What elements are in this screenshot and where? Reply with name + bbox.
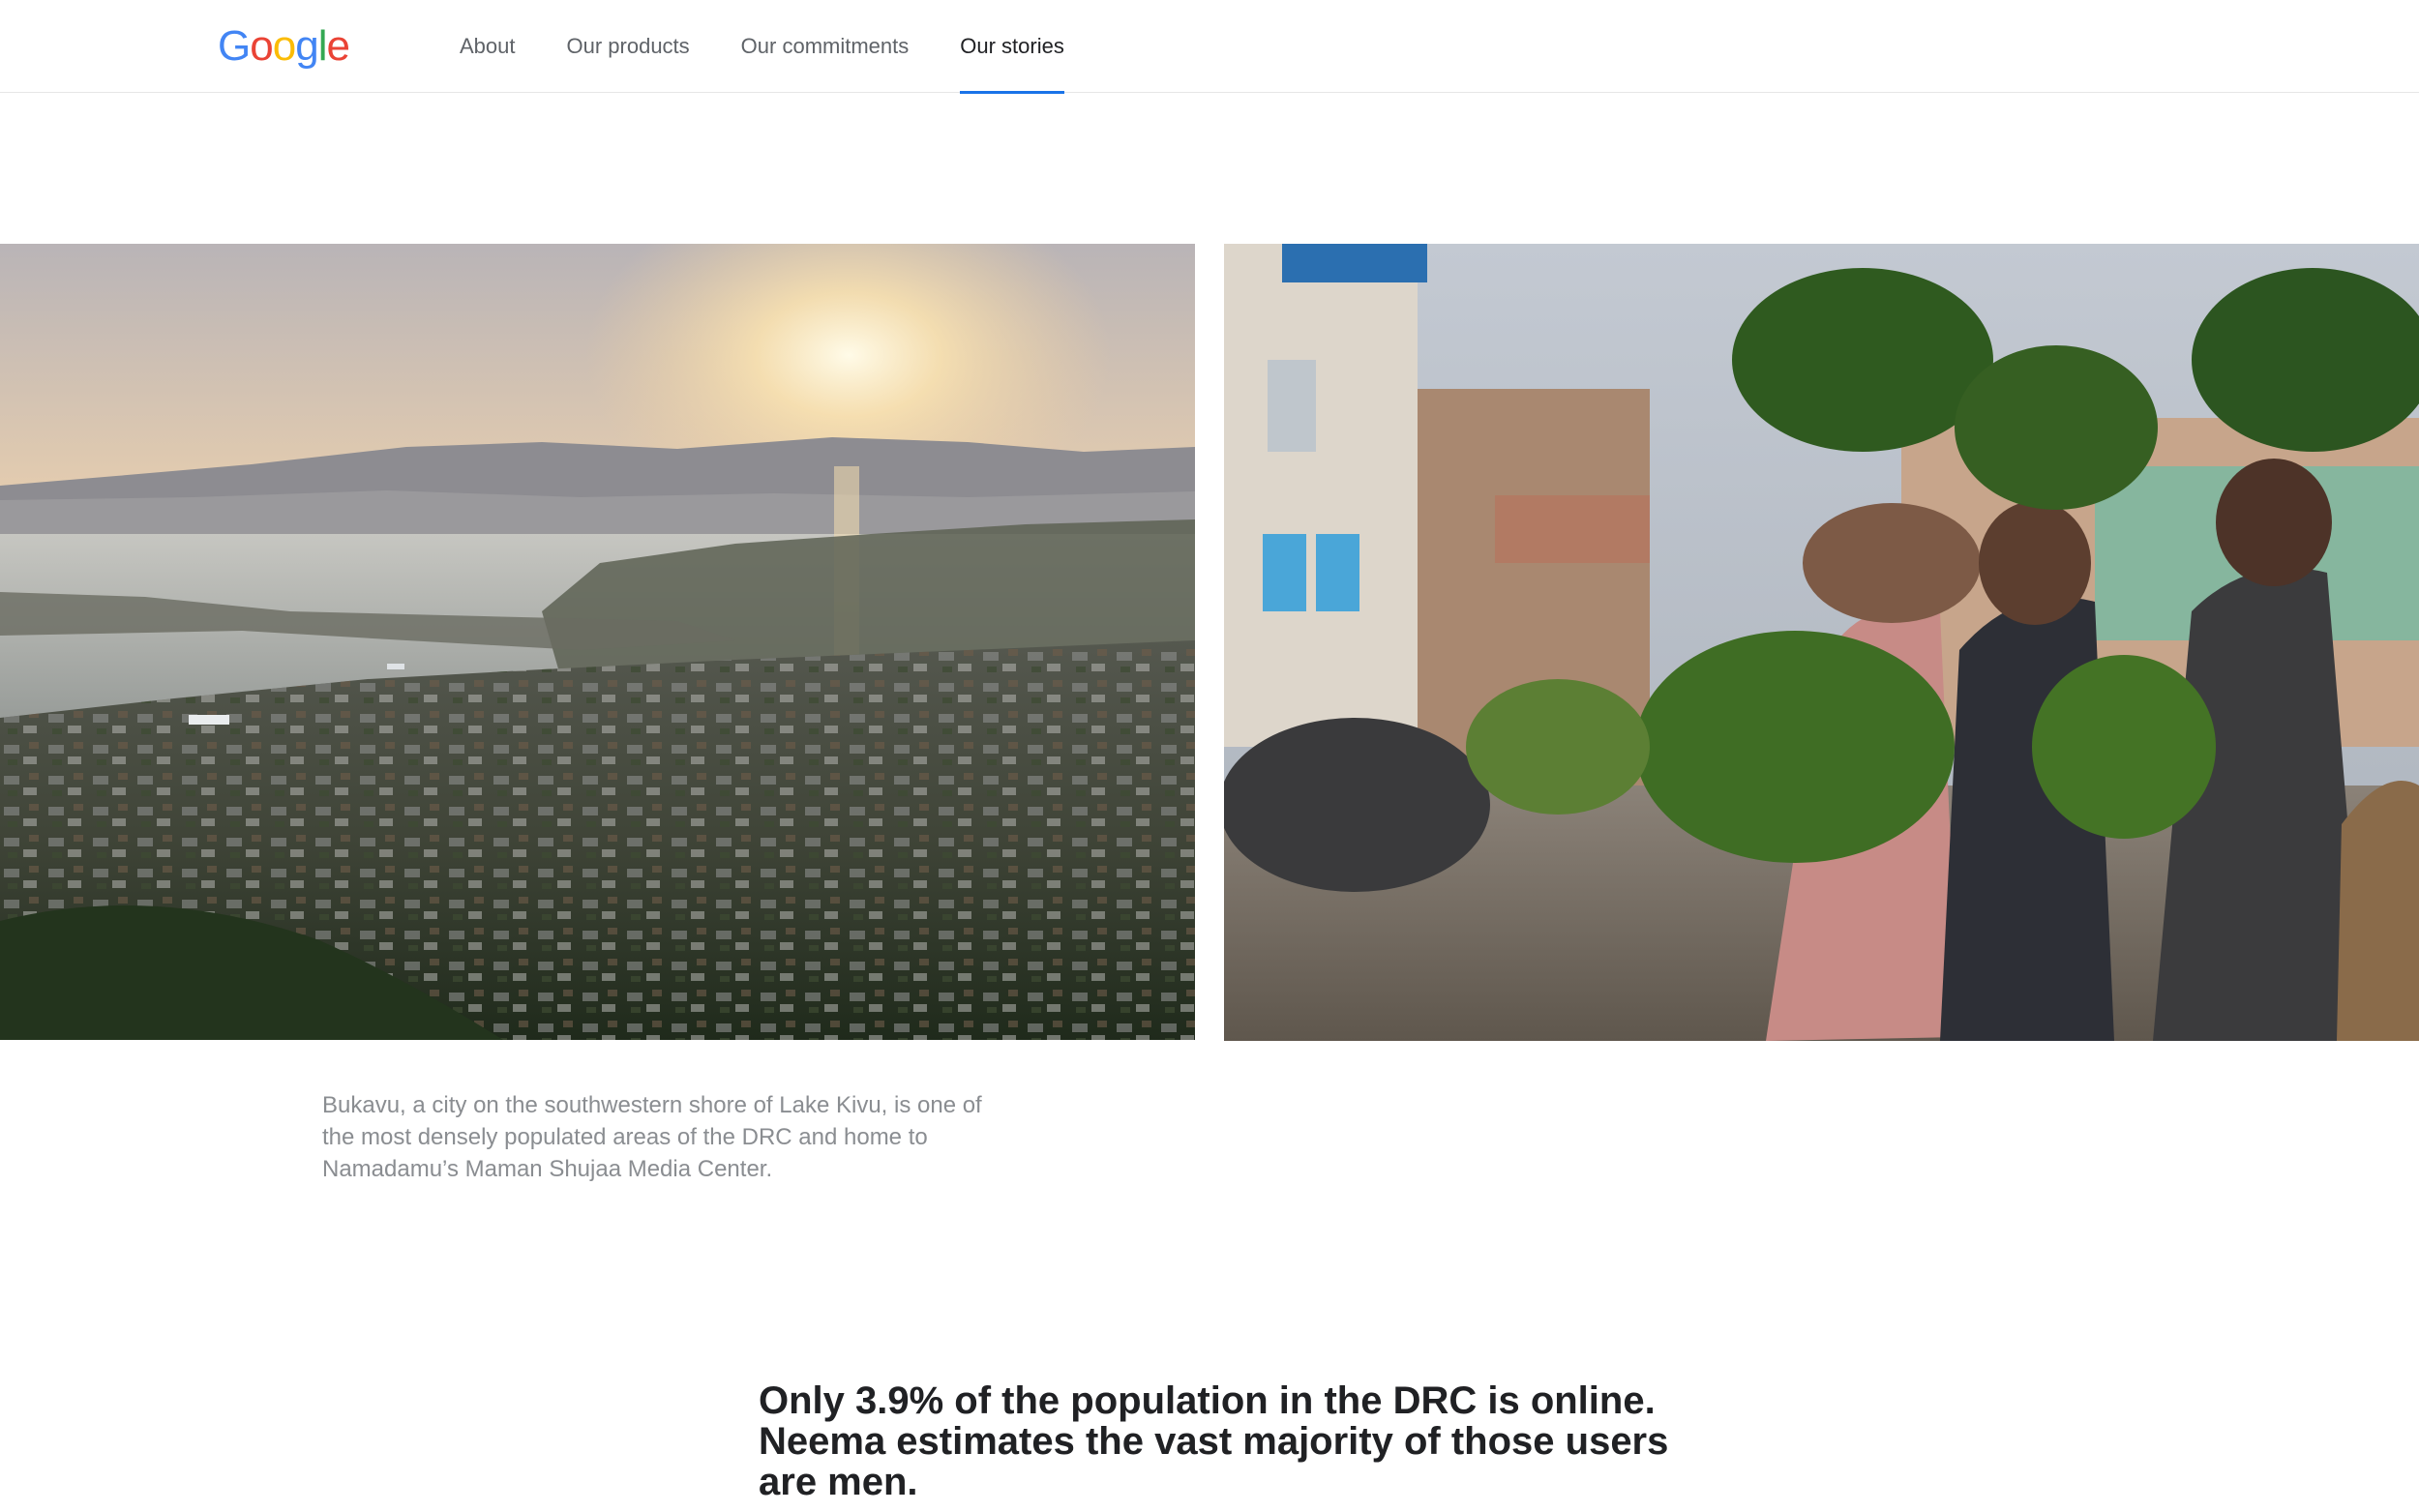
nav-link-about[interactable]: About — [460, 0, 516, 93]
logo-letter-o2: o — [272, 22, 297, 70]
street-market-image — [1224, 244, 2419, 1041]
nav-links: About Our products Our commitments Our s… — [460, 0, 1116, 94]
bukavu-aerial-image — [0, 244, 1195, 1040]
logo-letter-g: G — [218, 22, 251, 70]
photo-bukavu-aerial — [0, 244, 1195, 1040]
logo-letter-o1: o — [250, 22, 274, 70]
nav-link-our-commitments[interactable]: Our commitments — [741, 0, 910, 93]
top-nav: Google About Our products Our commitment… — [0, 0, 2419, 94]
photo-caption: Bukavu, a city on the southwestern shore… — [322, 1092, 982, 1182]
logo-letter-e: e — [326, 22, 350, 70]
google-logo[interactable]: Google — [218, 22, 350, 70]
nav-link-our-products[interactable]: Our products — [567, 0, 690, 93]
photo-street-market-women — [1224, 244, 2419, 1041]
nav-link-our-stories[interactable]: Our stories — [960, 0, 1064, 94]
pull-quote: Only 3.9% of the population in the DRC i… — [759, 1379, 1669, 1504]
logo-letter-g2: g — [295, 22, 319, 70]
logo-letter-l: l — [317, 22, 328, 70]
